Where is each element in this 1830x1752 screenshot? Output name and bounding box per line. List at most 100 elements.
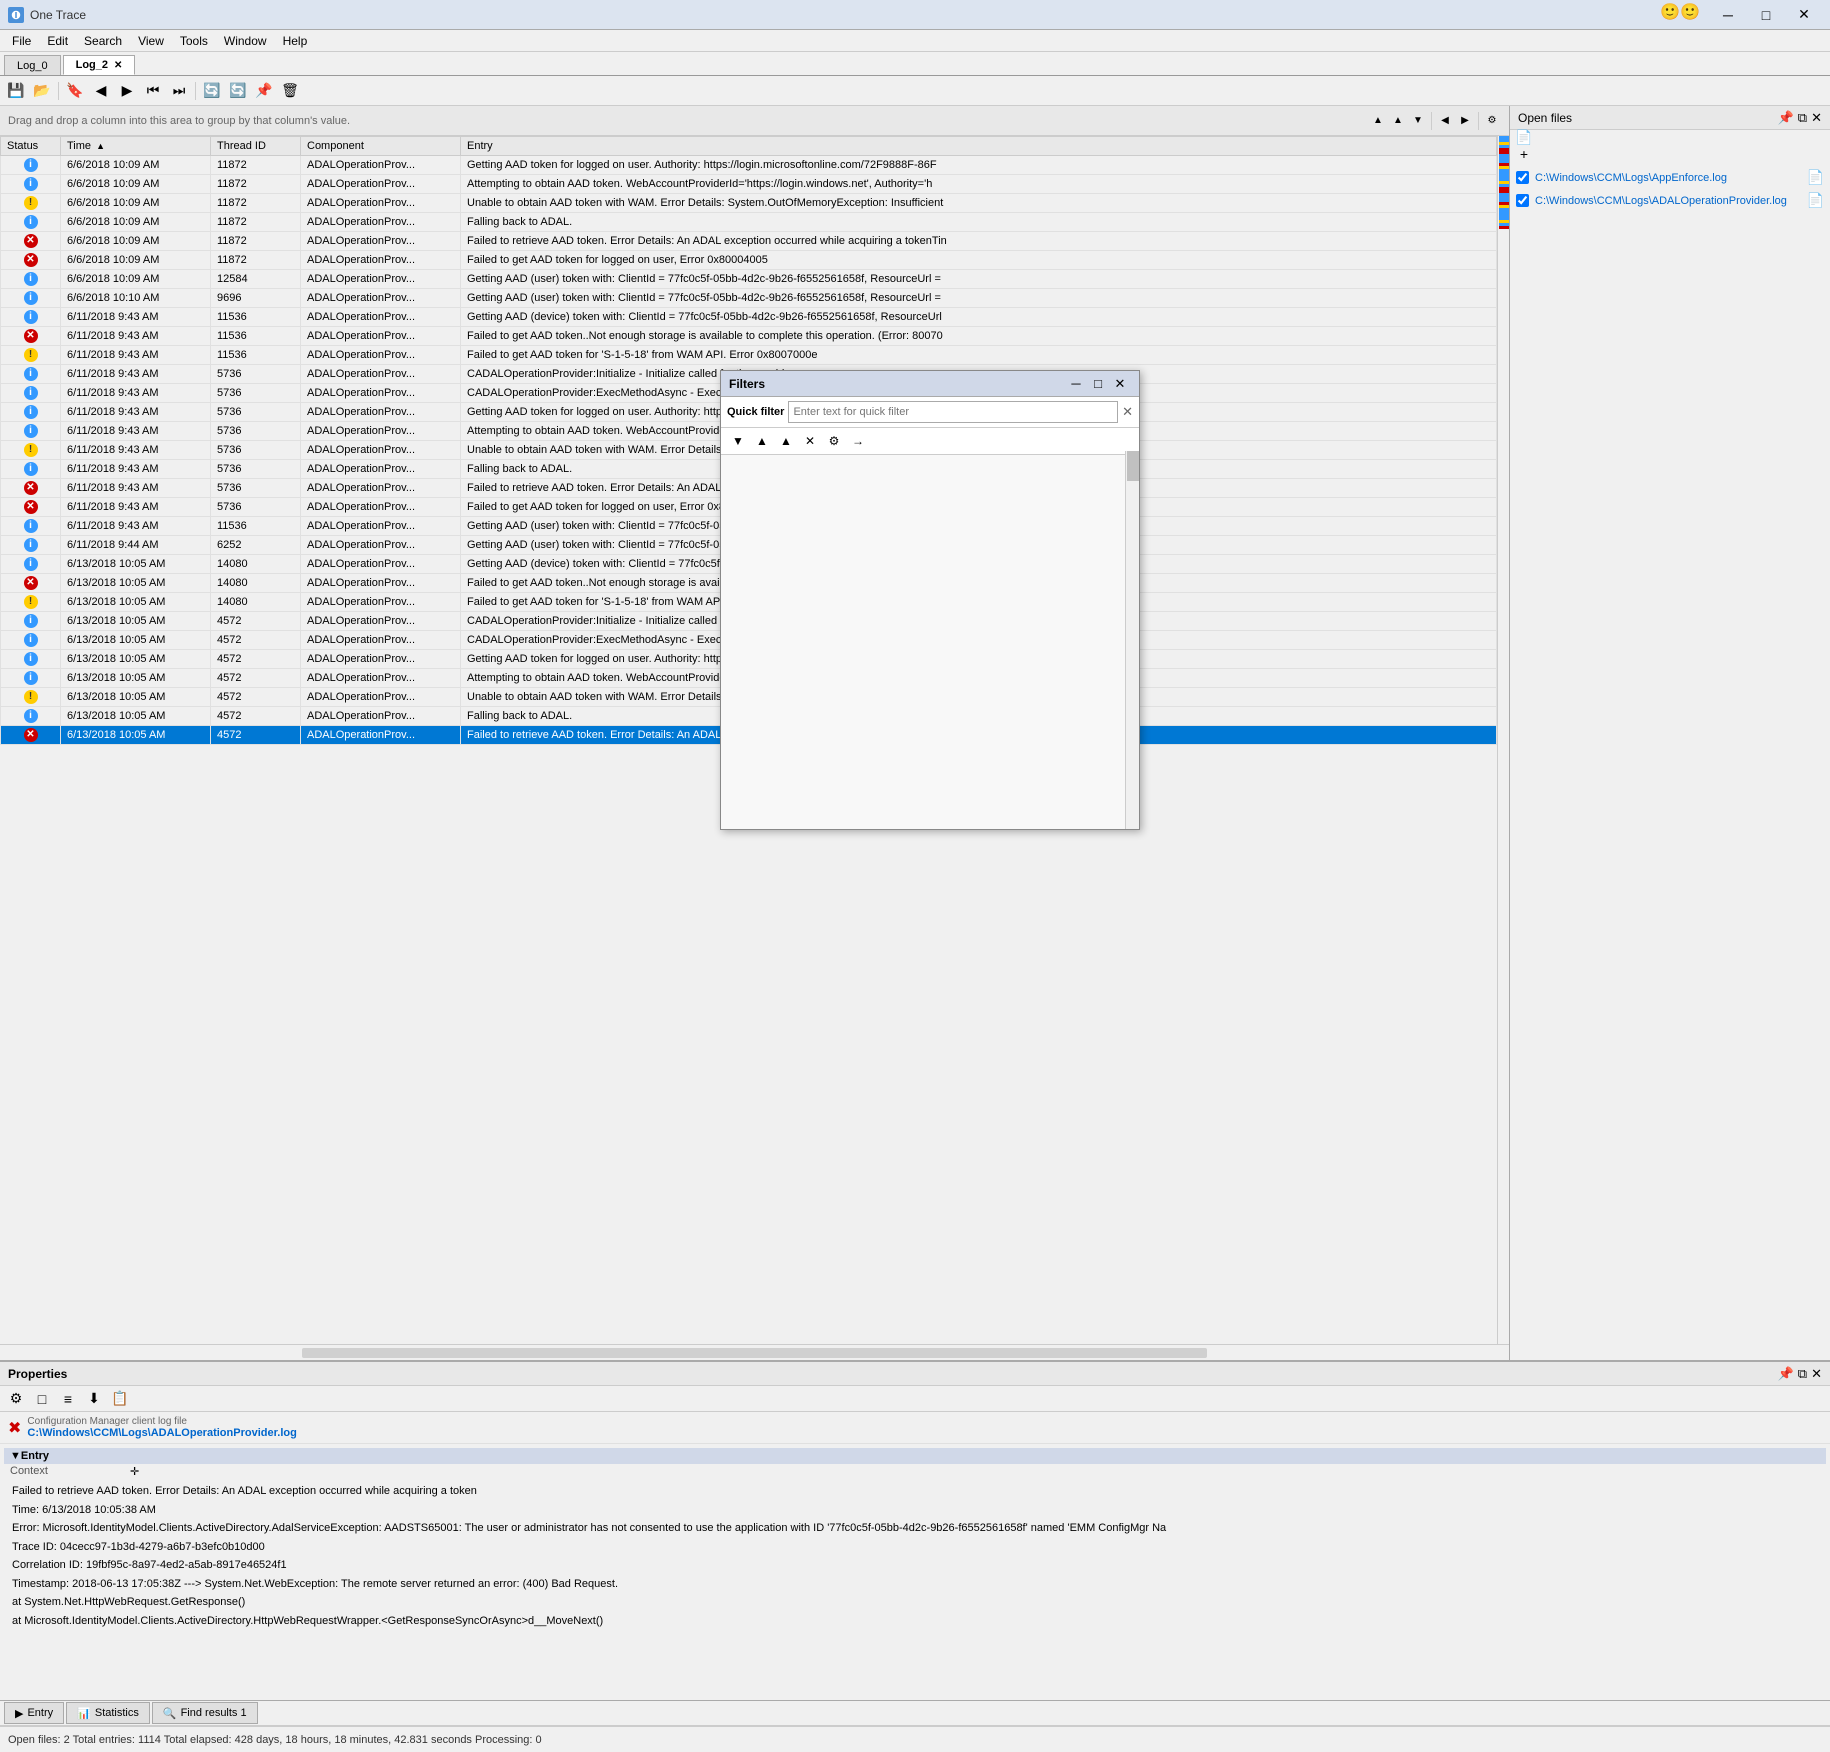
menu-search[interactable]: Search (76, 32, 130, 50)
col-status[interactable]: Status (1, 137, 61, 156)
filter-settings-btn[interactable]: ⚙ (823, 431, 845, 451)
props-btn3[interactable]: ≡ (56, 1388, 80, 1410)
toolbar-last[interactable]: ⏭ (167, 80, 191, 102)
nav-btn2[interactable]: ▼ (1409, 112, 1427, 130)
level-icon: i (24, 652, 38, 666)
bottom-tab-entry[interactable]: ▶ Entry (4, 1702, 64, 1724)
cell-time: 6/11/2018 9:43 AM (61, 365, 211, 384)
nav-btn1[interactable]: ▲ (1389, 112, 1407, 130)
table-row[interactable]: i 6/6/2018 10:10 AM 9696 ADALOperationPr… (1, 289, 1497, 308)
toolbar-refresh[interactable]: 🔄 (200, 80, 224, 102)
menu-file[interactable]: File (4, 32, 39, 50)
props-btn1[interactable]: ⚙ (4, 1388, 28, 1410)
cell-time: 6/13/2018 10:05 AM (61, 726, 211, 745)
nav-btn4[interactable]: ▶ (1456, 112, 1474, 130)
tab-log2-close[interactable]: ✕ (114, 60, 122, 71)
toolbar-bookmark[interactable]: 🔖 (63, 80, 87, 102)
settings-btn[interactable]: ⚙ (1483, 112, 1501, 130)
toolbar-pin[interactable]: 📌 (252, 80, 276, 102)
table-row[interactable]: i 6/6/2018 10:09 AM 12584 ADALOperationP… (1, 270, 1497, 289)
toolbar-refresh2[interactable]: 🔄 (226, 80, 250, 102)
maximize-button[interactable]: □ (1748, 2, 1784, 28)
props-btn2[interactable]: □ (30, 1388, 54, 1410)
table-row[interactable]: ✕ 6/11/2018 9:43 AM 11536 ADALOperationP… (1, 327, 1497, 346)
nav-sep2 (1478, 112, 1479, 130)
toolbar-save[interactable]: 💾 (4, 80, 28, 102)
menu-edit[interactable]: Edit (39, 32, 76, 50)
bottom-tab-find[interactable]: 🔍 Find results 1 (152, 1702, 258, 1724)
toolbar-delete[interactable]: 🗑 (278, 80, 302, 102)
stats-tab-icon: 📊 (77, 1707, 91, 1720)
filter-scrollbar[interactable] (1125, 451, 1139, 829)
file-checkbox-1[interactable] (1516, 194, 1529, 207)
right-panel-float[interactable]: ⧉ (1798, 110, 1807, 126)
level-icon: i (24, 177, 38, 191)
add-file-btn[interactable]: 📄+ (1512, 134, 1536, 156)
cell-component: ADALOperationProv... (301, 365, 461, 384)
table-row[interactable]: ✕ 6/6/2018 10:09 AM 11872 ADALOperationP… (1, 232, 1497, 251)
scroll-block (1499, 226, 1509, 229)
file-action-1[interactable]: 📄 (1807, 192, 1824, 209)
scroll-top-btn[interactable]: ▲ (1369, 112, 1387, 130)
filter-remove-btn[interactable]: ▲ (775, 431, 797, 451)
table-row[interactable]: i 6/11/2018 9:43 AM 11536 ADALOperationP… (1, 308, 1497, 327)
hscroll-area[interactable] (0, 1344, 1509, 1360)
filters-close[interactable]: ✕ (1109, 373, 1131, 395)
toolbar-first[interactable]: ⏮ (141, 80, 165, 102)
col-entry[interactable]: Entry (461, 137, 1497, 156)
toolbar-next[interactable]: ▶ (115, 80, 139, 102)
menu-help[interactable]: Help (275, 32, 316, 50)
right-panel-close[interactable]: ✕ (1811, 110, 1822, 126)
menu-view[interactable]: View (130, 32, 172, 50)
minimize-button[interactable]: ─ (1710, 2, 1746, 28)
hscroll-thumb[interactable] (302, 1348, 1207, 1358)
close-button[interactable]: ✕ (1786, 2, 1822, 28)
filters-maximize[interactable]: □ (1087, 373, 1109, 395)
col-time[interactable]: Time ▲ (61, 137, 211, 156)
tab-log0[interactable]: Log_0 (4, 55, 61, 75)
entry-tab-icon: ▶ (15, 1707, 23, 1720)
col-component[interactable]: Component (301, 137, 461, 156)
menu-window[interactable]: Window (216, 32, 275, 50)
filter-apply-btn[interactable]: → (847, 431, 869, 451)
props-pin[interactable]: 📌 (1778, 1366, 1794, 1382)
file-action-0[interactable]: 📄 (1807, 169, 1824, 186)
props-close[interactable]: ✕ (1811, 1366, 1822, 1382)
quick-filter-input[interactable] (788, 401, 1118, 423)
file-checkbox-0[interactable] (1516, 171, 1529, 184)
file-path-1[interactable]: C:\Windows\CCM\Logs\ADALOperationProvide… (1535, 195, 1803, 207)
toolbar-prev[interactable]: ◀ (89, 80, 113, 102)
cell-status: i (1, 289, 61, 308)
table-row[interactable]: i 6/6/2018 10:09 AM 11872 ADALOperationP… (1, 175, 1497, 194)
filter-up-btn[interactable]: ▲ (751, 431, 773, 451)
bottom-tab-statistics[interactable]: 📊 Statistics (66, 1702, 150, 1724)
table-row[interactable]: ! 6/6/2018 10:09 AM 11872 ADALOperationP… (1, 194, 1497, 213)
filter-add-btn[interactable]: ▼ (727, 431, 749, 451)
file-path-0[interactable]: C:\Windows\CCM\Logs\AppEnforce.log (1535, 172, 1803, 184)
filter-clear-btn[interactable]: ✕ (799, 431, 821, 451)
cell-component: ADALOperationProv... (301, 555, 461, 574)
props-float[interactable]: ⧉ (1798, 1366, 1807, 1382)
right-panel-pin[interactable]: 📌 (1778, 110, 1794, 126)
menu-tools[interactable]: Tools (172, 32, 216, 50)
table-row[interactable]: ✕ 6/6/2018 10:09 AM 11872 ADALOperationP… (1, 251, 1497, 270)
props-btn4[interactable]: ⬇ (82, 1388, 106, 1410)
table-row[interactable]: ! 6/11/2018 9:43 AM 11536 ADALOperationP… (1, 346, 1497, 365)
props-btn5[interactable]: 📋 (108, 1388, 132, 1410)
toolbar-open[interactable]: 📂 (30, 80, 54, 102)
entry-line-8: at Microsoft.IdentityModel.Clients.Activ… (12, 1613, 1818, 1630)
entry-section-header[interactable]: ▼ Entry (4, 1448, 1826, 1464)
tab-log2[interactable]: Log_2 ✕ (63, 55, 136, 75)
filter-scroll-thumb[interactable] (1127, 451, 1139, 481)
cell-status: i (1, 460, 61, 479)
quick-filter-clear[interactable]: ✕ (1122, 404, 1133, 420)
filters-minimize[interactable]: ─ (1065, 373, 1087, 395)
table-row[interactable]: i 6/6/2018 10:09 AM 11872 ADALOperationP… (1, 213, 1497, 232)
table-row[interactable]: i 6/6/2018 10:09 AM 11872 ADALOperationP… (1, 156, 1497, 175)
cell-thread: 5736 (211, 498, 301, 517)
cell-time: 6/13/2018 10:05 AM (61, 574, 211, 593)
col-thread[interactable]: Thread ID (211, 137, 301, 156)
cell-entry: Unable to obtain AAD token with WAM. Err… (461, 194, 1497, 213)
nav-btn3[interactable]: ◀ (1436, 112, 1454, 130)
entry-line-5: Correlation ID: 19fbf95c-8a97-4ed2-a5ab-… (12, 1557, 1818, 1574)
